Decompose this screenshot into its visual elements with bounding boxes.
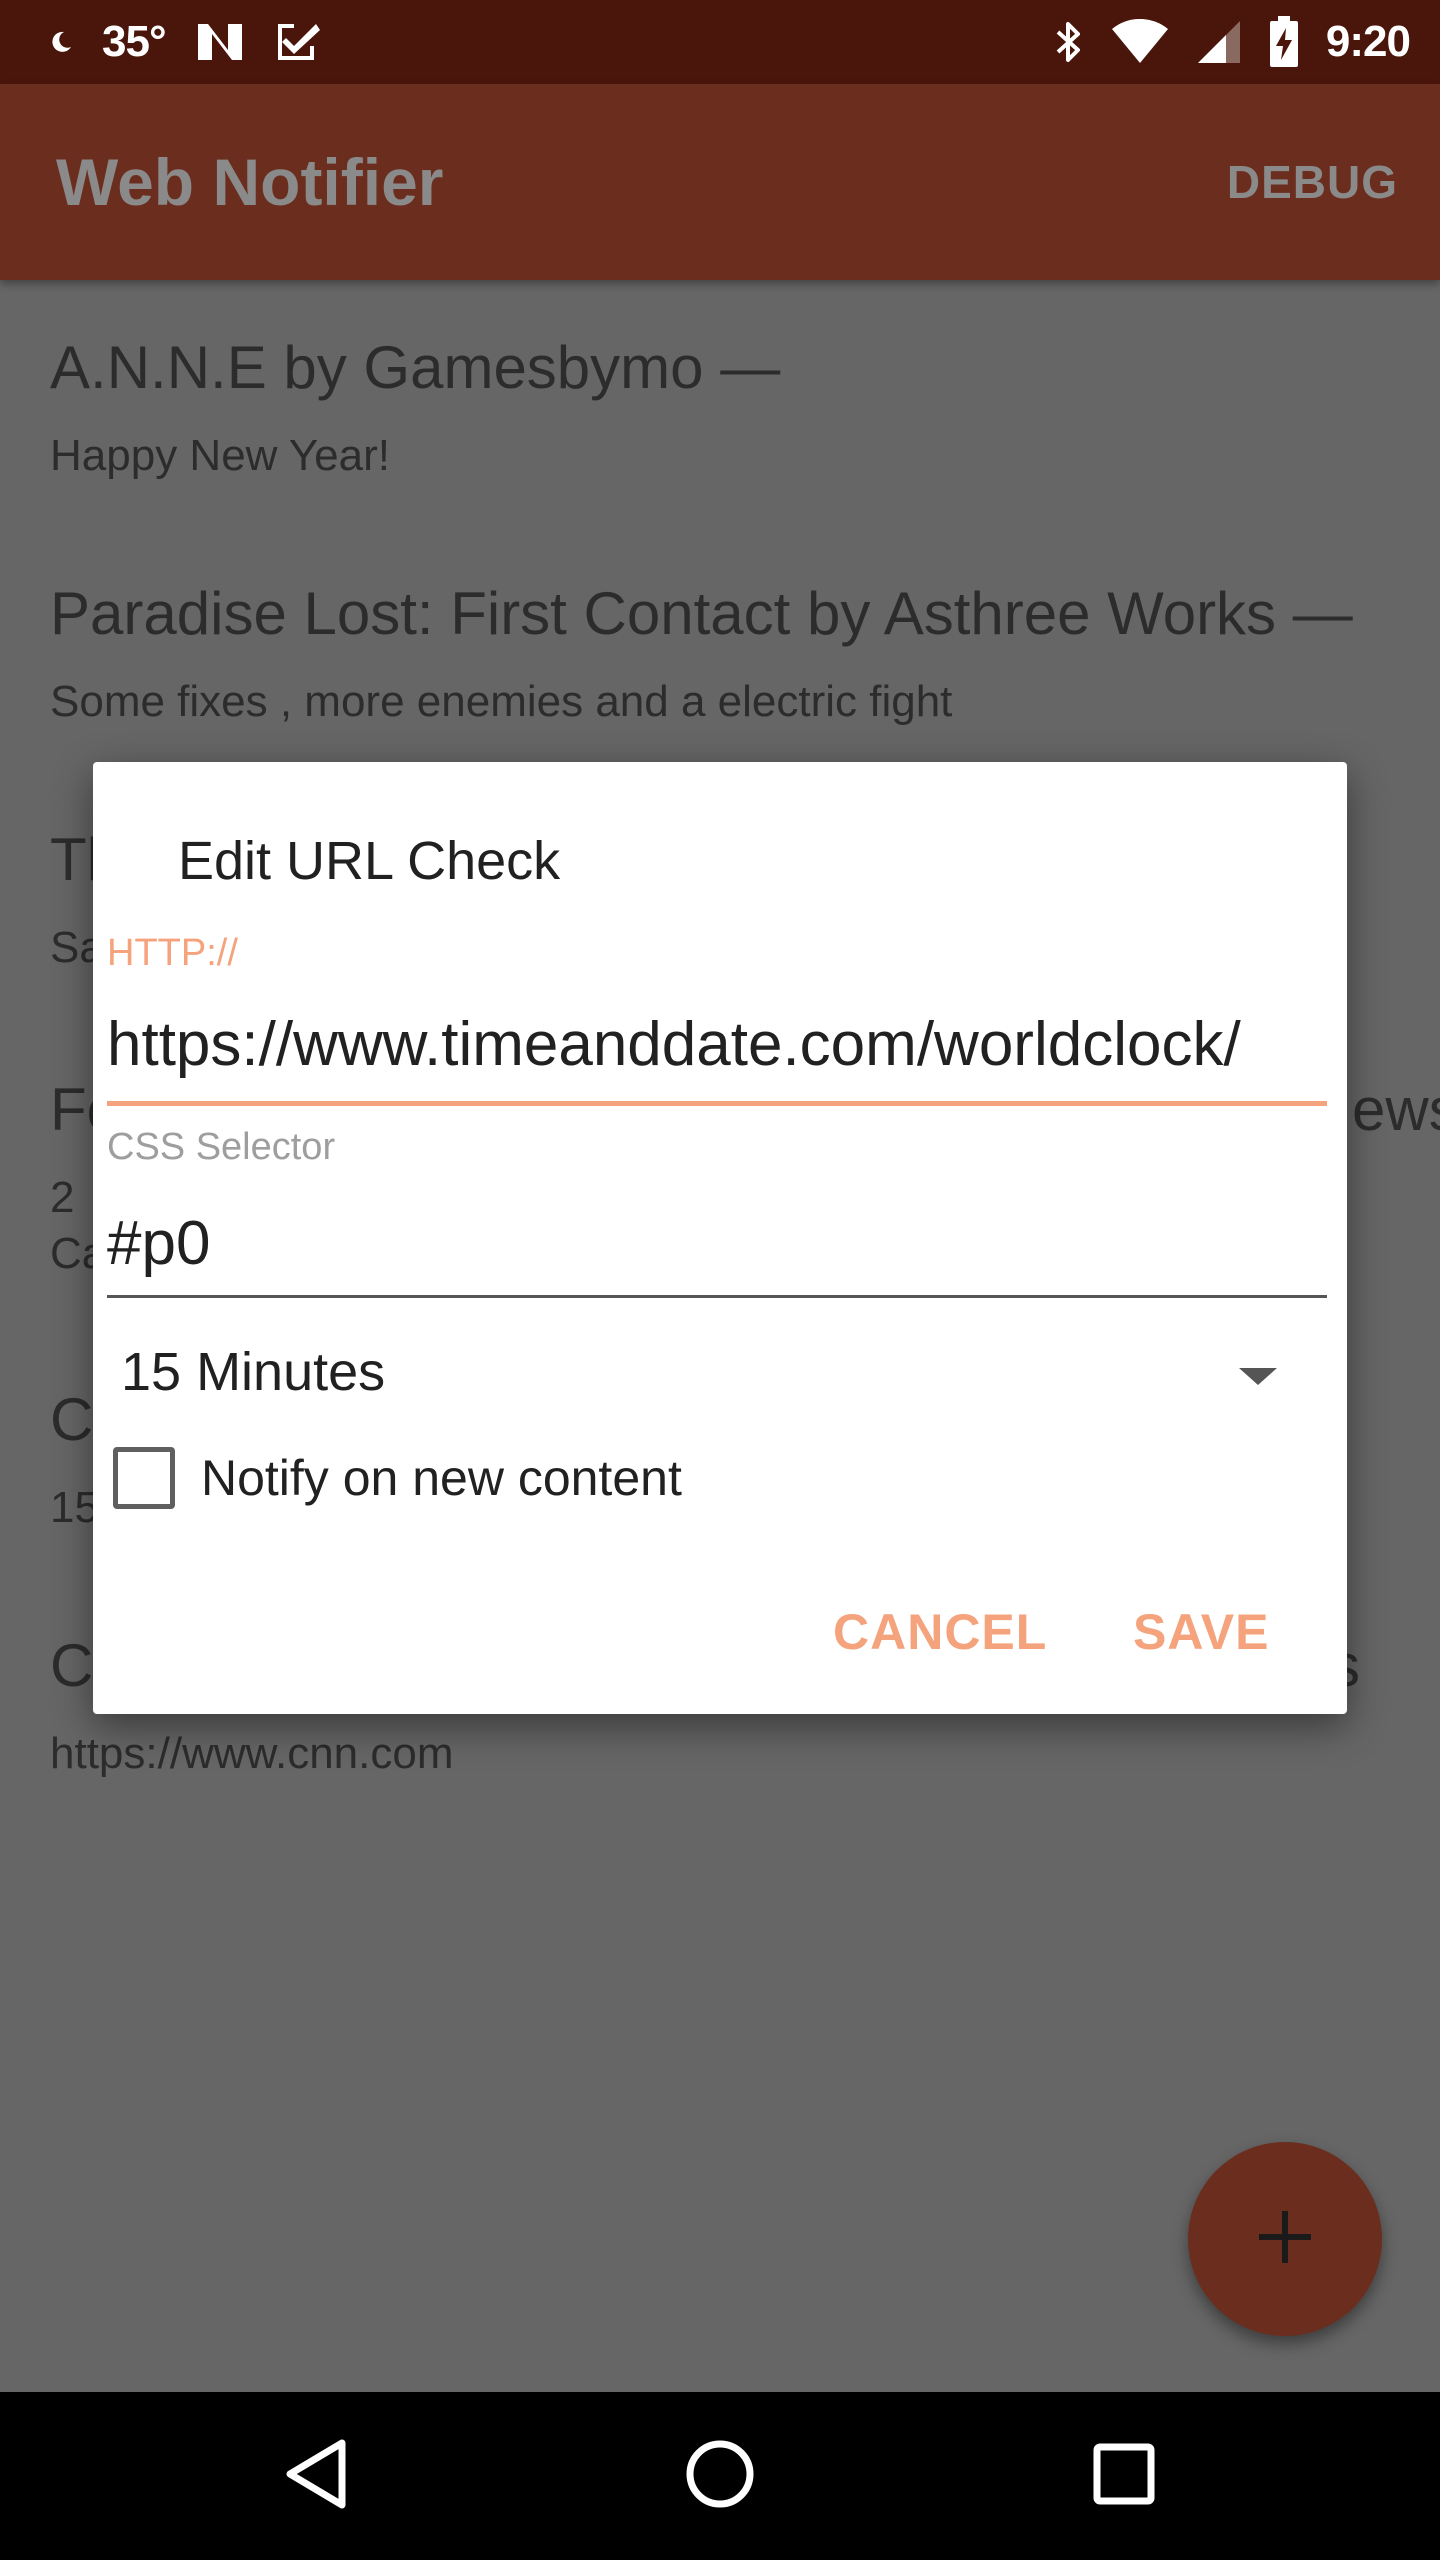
list-item[interactable]: Paradise Lost: First Contact by Asthree … [50,574,1440,730]
n-app-icon [194,20,246,64]
list-item-subtitle: Happy New Year! [50,431,390,480]
notify-checkbox[interactable] [113,1447,175,1509]
status-bar: 35° 9:20 [0,0,1440,84]
nav-back-button[interactable] [216,2392,416,2560]
home-circle-icon [685,2439,755,2514]
signal-icon [1196,19,1242,65]
notify-checkbox-row[interactable]: Notify on new content [113,1428,682,1528]
edit-url-dialog: Edit URL Check HTTP:// CSS Selector 15 M… [93,762,1347,1714]
interval-spinner[interactable]: 15 Minutes [107,1322,1327,1422]
url-input[interactable] [107,1002,1327,1106]
notify-checkbox-label: Notify on new content [201,1450,682,1506]
list-item-subtitle: Some fixes , more enemies and a electric… [50,677,953,726]
debug-button[interactable]: DEBUG [1227,84,1398,280]
nav-recents-button[interactable] [1024,2392,1224,2560]
css-selector-input[interactable] [107,1202,1327,1298]
task-check-icon [274,20,322,64]
temperature: 35° [102,17,167,66]
dialog-title: Edit URL Check [178,831,561,891]
add-check-fab[interactable] [1188,2142,1382,2336]
app-bar: Web Notifier DEBUG [0,84,1440,280]
recents-square-icon [1093,2443,1155,2510]
plus-icon [1257,2209,1313,2270]
save-button[interactable]: SAVE [1133,1572,1269,1692]
url-field-label: HTTP:// [107,932,238,974]
list-item-subtitle: https://www.cnn.com [50,1729,454,1778]
status-right: 9:20 [1054,0,1411,84]
css-selector-label: CSS Selector [107,1126,336,1168]
list-item-title: A.N.N.E by Gamesbymo — [50,334,781,401]
dropdown-arrow-icon [1239,1368,1277,1385]
wifi-icon [1110,19,1170,65]
cancel-button[interactable]: CANCEL [833,1572,1047,1692]
interval-value: 15 Minutes [121,1342,386,1402]
battery-icon [1268,16,1300,68]
list-item-title: Paradise Lost: First Contact by Asthree … [50,580,1353,647]
status-left: 35° [48,0,322,84]
bluetooth-icon [1054,18,1084,66]
list-item[interactable]: A.N.N.E by Gamesbymo — Happy New Year! [50,328,1440,484]
app-title: Web Notifier [56,145,444,219]
moon-icon [48,29,74,55]
list-item-title-tail: ews [1352,1076,1440,1143]
nav-home-button[interactable] [620,2392,820,2560]
navigation-bar [0,2392,1440,2560]
clock: 9:20 [1325,17,1411,66]
back-triangle-icon [284,2439,348,2514]
